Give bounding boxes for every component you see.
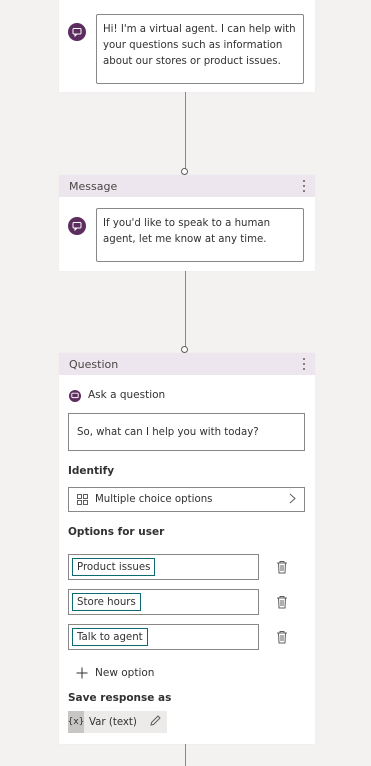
bot-chat-icon (68, 217, 86, 235)
variable-name: Var (text) (89, 716, 137, 728)
variable-icon: {x} (68, 711, 84, 733)
option-chip[interactable]: Talk to agent (72, 628, 148, 646)
question-node-header: Question (59, 353, 315, 375)
question-text-input[interactable]: So, what can I help you with today? (68, 413, 305, 451)
option-field[interactable]: Store hours (68, 589, 259, 615)
save-response-label: Save response as (68, 692, 172, 704)
identify-select[interactable]: Multiple choice options (68, 487, 305, 512)
connector-node[interactable] (181, 346, 188, 353)
pencil-icon[interactable] (150, 715, 161, 729)
trash-icon[interactable] (276, 594, 288, 609)
trash-icon[interactable] (276, 559, 288, 574)
question-node-title: Question (69, 357, 119, 371)
connector-node[interactable] (181, 168, 188, 175)
connector-line (185, 92, 186, 169)
trash-icon[interactable] (276, 629, 288, 644)
message-node-title: Message (69, 179, 118, 193)
ask-question-icon (69, 390, 81, 402)
intro-message-text[interactable]: Hi! I'm a virtual agent. I can help with… (96, 14, 304, 84)
option-chip[interactable]: Store hours (72, 593, 141, 611)
option-field[interactable]: Talk to agent (68, 624, 259, 650)
option-chip[interactable]: Product issues (72, 558, 156, 576)
ask-question-label: Ask a question (88, 389, 166, 401)
identify-select-value: Multiple choice options (95, 494, 213, 505)
connector-line (185, 271, 186, 347)
more-vertical-icon[interactable] (301, 358, 307, 370)
identify-label: Identify (68, 465, 115, 477)
chevron-right-icon (289, 493, 296, 507)
variable-chip[interactable]: {x} Var (text) (68, 711, 167, 733)
option-field[interactable]: Product issues (68, 554, 259, 580)
new-option-button[interactable]: New option (76, 667, 154, 679)
message-text[interactable]: If you'd like to speak to a human agent,… (96, 208, 304, 262)
plus-icon (76, 667, 88, 679)
bot-chat-icon (68, 23, 86, 41)
new-option-label: New option (95, 667, 155, 679)
choice-grid-icon (77, 493, 89, 506)
connector-line (185, 744, 186, 766)
more-vertical-icon[interactable] (301, 180, 307, 192)
message-node-header: Message (59, 175, 315, 197)
options-for-user-label: Options for user (68, 526, 165, 538)
question-node-card: Question (59, 353, 315, 744)
